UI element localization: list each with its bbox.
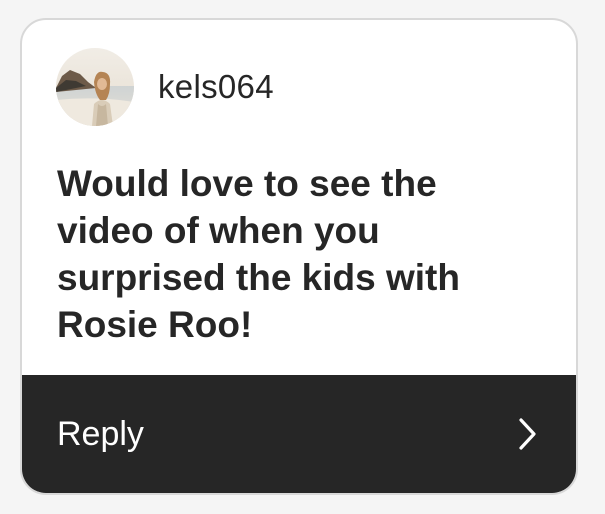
chevron-right-icon <box>519 418 536 450</box>
reply-button[interactable]: Reply <box>22 375 576 493</box>
comment-header: kels064 <box>56 48 274 126</box>
comment-card: kels064 Would love to see the video of w… <box>20 18 578 495</box>
comment-text: Would love to see the video of when you … <box>57 163 460 345</box>
username[interactable]: kels064 <box>158 68 274 106</box>
reply-label: Reply <box>57 414 144 453</box>
profile-photo-icon <box>56 48 134 126</box>
avatar[interactable] <box>56 48 134 126</box>
